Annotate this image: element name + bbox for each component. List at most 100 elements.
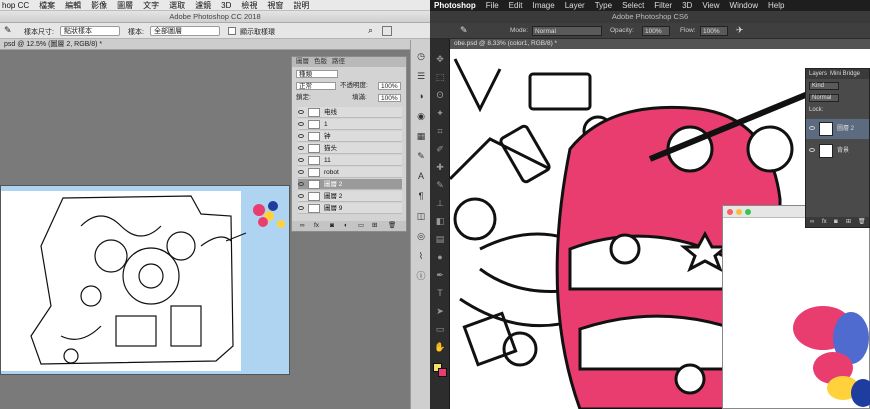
- cc-menu-item[interactable]: 3D: [221, 1, 231, 10]
- eye-icon-cs6[interactable]: [809, 148, 815, 152]
- eye-icon[interactable]: [298, 194, 304, 198]
- brush-icon[interactable]: ✎: [415, 150, 427, 162]
- link-icon-cs6[interactable]: ∞: [810, 217, 814, 227]
- cs6-menu-item[interactable]: Type: [595, 1, 612, 10]
- cc-menu-item[interactable]: 檢視: [241, 0, 257, 11]
- new-layer-icon-cs6[interactable]: ⊞: [846, 217, 851, 227]
- mask-icon-cs6[interactable]: ◙: [834, 217, 838, 227]
- layer-row[interactable]: 电线: [298, 107, 402, 118]
- cc-menu-item[interactable]: hop CC: [2, 1, 29, 10]
- sample-size-select[interactable]: 點狀樣本: [60, 26, 120, 36]
- swatches-icon[interactable]: ▦: [415, 130, 427, 142]
- cs6-menu-item[interactable]: Window: [730, 1, 758, 10]
- fx-icon[interactable]: fx: [314, 221, 319, 231]
- background-color-swatch[interactable]: [438, 368, 447, 377]
- cc-menu-item[interactable]: 文字: [143, 0, 159, 11]
- eyedropper-tool-icon[interactable]: ✐: [434, 143, 446, 155]
- cs6-menu-item[interactable]: 3D: [682, 1, 692, 10]
- paragraph-icon[interactable]: ¶: [415, 190, 427, 202]
- eye-icon[interactable]: [298, 134, 304, 138]
- crop-tool-icon[interactable]: ⌗: [434, 125, 446, 137]
- minimize-icon[interactable]: [736, 209, 742, 215]
- shape-tool-icon[interactable]: ▭: [434, 323, 446, 335]
- tab-paths[interactable]: 路徑: [332, 57, 345, 67]
- eye-icon[interactable]: [298, 182, 304, 186]
- move-tool-icon[interactable]: ✥: [434, 53, 446, 65]
- eye-icon[interactable]: [298, 158, 304, 162]
- mask-icon[interactable]: ◙: [330, 221, 334, 231]
- healing-tool-icon[interactable]: ✚: [434, 161, 446, 173]
- adjustment-icon[interactable]: ◐: [344, 221, 348, 231]
- hand-tool-icon[interactable]: ✋: [434, 341, 446, 353]
- kind-filter-select-cs6[interactable]: Kind: [809, 82, 839, 90]
- cc-menu-item[interactable]: 檔案: [39, 0, 55, 11]
- layer-row-cs6[interactable]: 圖層 2: [806, 119, 869, 139]
- cs6-menu-item[interactable]: Edit: [509, 1, 523, 10]
- cs6-menu-item[interactable]: View: [702, 1, 719, 10]
- trash-icon-cs6[interactable]: 🗑: [858, 217, 866, 227]
- cs6-menu-item[interactable]: Help: [768, 1, 784, 10]
- cs6-menu-item[interactable]: Filter: [654, 1, 672, 10]
- history-icon[interactable]: ◷: [415, 50, 427, 62]
- show-ring-checkbox[interactable]: [228, 27, 236, 35]
- cc-menu-item[interactable]: 濾鏡: [195, 0, 211, 11]
- cc-menu-item[interactable]: 選取: [169, 0, 185, 11]
- maximize-icon[interactable]: [745, 209, 751, 215]
- eye-icon[interactable]: [298, 170, 304, 174]
- new-layer-icon[interactable]: ⊞: [372, 221, 377, 231]
- layers-icon[interactable]: ◫: [415, 210, 427, 222]
- layer-row[interactable]: 1: [298, 119, 402, 130]
- mode-select[interactable]: Normal: [532, 26, 602, 36]
- eye-icon[interactable]: [298, 146, 304, 150]
- eye-icon-cs6[interactable]: [809, 126, 815, 130]
- cc-menu-item[interactable]: 影像: [91, 0, 107, 11]
- adjustments-icon[interactable]: ◑: [415, 90, 427, 102]
- brush-tool-side-icon[interactable]: ✎: [434, 179, 446, 191]
- sample-layers-select[interactable]: 全部圖層: [150, 26, 220, 36]
- layer-row[interactable]: 11: [298, 155, 402, 166]
- gradient-tool-icon[interactable]: ▤: [434, 233, 446, 245]
- cs6-menu-item[interactable]: File: [486, 1, 499, 10]
- trash-icon[interactable]: 🗑: [388, 221, 396, 231]
- eye-icon[interactable]: [298, 122, 304, 126]
- layer-row[interactable]: 圖層 2: [298, 191, 402, 202]
- layer-row[interactable]: 圖層 2: [298, 179, 402, 190]
- cc-menu-item[interactable]: 編輯: [65, 0, 81, 11]
- cc-document-tab[interactable]: psd @ 12.5% (圖層 2, RGB/8) *: [0, 39, 430, 50]
- blend-mode-select[interactable]: 正常: [296, 82, 336, 90]
- cc-menu-item[interactable]: 圖層: [117, 0, 133, 11]
- channels-icon[interactable]: ◎: [415, 230, 427, 242]
- info-icon[interactable]: ⓘ: [415, 270, 427, 282]
- layer-row[interactable]: robot: [298, 167, 402, 178]
- pen-tool-icon[interactable]: ✒: [434, 269, 446, 281]
- cs6-menu-item[interactable]: Image: [532, 1, 554, 10]
- link-icon[interactable]: ∞: [300, 221, 305, 231]
- cs6-document-tab[interactable]: obe.psd @ 8.33% (color1, RGB/8) *: [450, 39, 870, 49]
- wand-tool-icon[interactable]: ✦: [434, 107, 446, 119]
- layer-row-cs6[interactable]: 背景: [806, 141, 869, 161]
- flow-input[interactable]: 100%: [700, 26, 728, 36]
- color-icon[interactable]: ◉: [415, 110, 427, 122]
- cc-menu-item[interactable]: 說明: [293, 0, 309, 11]
- character-icon[interactable]: A: [415, 170, 427, 182]
- lasso-tool-icon[interactable]: ʘ: [434, 89, 446, 101]
- eraser-tool-icon[interactable]: ◧: [434, 215, 446, 227]
- opacity-input[interactable]: 100%: [378, 82, 401, 90]
- folder-icon[interactable]: ▭: [358, 221, 364, 231]
- stamp-tool-icon[interactable]: ⊥: [434, 197, 446, 209]
- eye-icon[interactable]: [298, 206, 304, 210]
- tab-layers-cs6[interactable]: Layers: [809, 69, 827, 79]
- layer-row[interactable]: 猫头: [298, 143, 402, 154]
- layer-row[interactable]: 钟: [298, 131, 402, 142]
- marquee-tool-icon[interactable]: ⬚: [434, 71, 446, 83]
- paths-icon[interactable]: ⌇: [415, 250, 427, 262]
- blend-mode-select-cs6[interactable]: Normal: [809, 94, 839, 102]
- kind-filter-select[interactable]: 種類: [296, 70, 338, 78]
- eye-icon[interactable]: [298, 110, 304, 114]
- eyedropper-icon[interactable]: ✎: [4, 25, 12, 36]
- workspace-icon[interactable]: [382, 26, 392, 36]
- cs6-menu-item[interactable]: Layer: [565, 1, 585, 10]
- airbrush-icon[interactable]: ✈: [736, 25, 744, 36]
- brush-tool-icon[interactable]: ✎: [460, 25, 468, 36]
- tab-channels[interactable]: 色版: [314, 57, 327, 67]
